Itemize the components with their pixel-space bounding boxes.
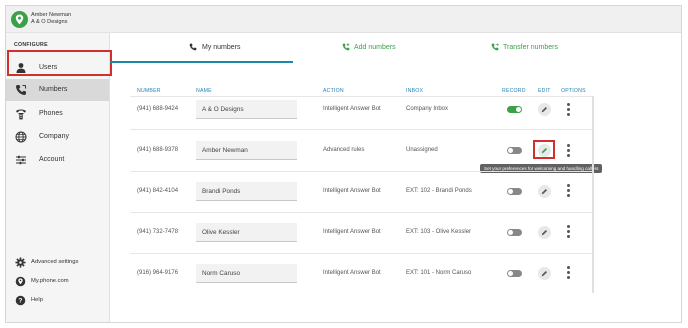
options-menu-button[interactable]	[566, 103, 570, 117]
column-header-name: NAME	[196, 88, 212, 94]
name-value: Amber Newman	[202, 147, 248, 154]
edit-button[interactable]	[538, 226, 551, 239]
sidebar-item-numbers[interactable]: Numbers	[6, 79, 109, 101]
row-inbox: Unassigned	[406, 147, 438, 153]
row-number: (941) 688-9424	[137, 106, 179, 112]
sidebar-bottom-label: My.phone.com	[31, 278, 69, 284]
options-menu-button[interactable]	[566, 184, 570, 198]
row-action: Advanced rules	[323, 147, 365, 153]
sidebar-section-label: CONFIGURE	[14, 42, 48, 48]
logo-icon	[11, 11, 28, 28]
sliders-icon	[16, 155, 26, 165]
edit-button[interactable]	[538, 103, 551, 116]
sidebar-item-company[interactable]: Company	[6, 126, 109, 148]
row-divider	[130, 253, 593, 254]
sidebar-my-phone-com[interactable]: My.phone.com	[6, 274, 109, 290]
column-header-options: OPTIONS	[561, 88, 586, 94]
account-user-name: Amber Newman	[31, 12, 72, 18]
record-toggle[interactable]	[507, 270, 522, 277]
record-toggle[interactable]	[507, 188, 522, 195]
globe-icon	[15, 131, 27, 143]
sidebar-bottom-label: Help	[31, 297, 43, 303]
column-header-number: NUMBER	[137, 88, 161, 94]
name-input[interactable]: Norm Caruso	[196, 264, 297, 283]
name-value: Norm Caruso	[202, 270, 240, 277]
tab-label: Add numbers	[354, 44, 396, 51]
column-header-action: ACTION	[323, 88, 344, 94]
pencil-icon	[541, 189, 547, 195]
name-value: Olive Kessler	[202, 229, 240, 236]
name-input[interactable]: Brandi Ponds	[196, 182, 297, 201]
edit-button[interactable]	[538, 185, 551, 198]
header-divider	[130, 96, 593, 97]
location-pin-icon	[15, 276, 26, 287]
edit-highlight-box	[533, 140, 555, 159]
row-action: Intelligent Answer Bot	[323, 270, 381, 276]
tab-transfer-numbers[interactable]: Transfer numbers	[483, 33, 681, 63]
sidebar-item-phones[interactable]: Phones	[6, 103, 109, 125]
tab-bar: My numbers Add numbers Transfer numbers	[110, 33, 681, 63]
pencil-icon	[541, 107, 547, 113]
svg-text:?: ?	[19, 298, 23, 305]
sidebar-item-label: Numbers	[39, 86, 68, 93]
row-divider	[130, 171, 593, 172]
gear-icon	[15, 257, 26, 268]
phone-icon	[16, 85, 26, 95]
row-inbox: EXT: 103 - Olive Kessler	[406, 229, 472, 235]
row-inbox: EXT: 102 - Brandi Ponds	[406, 188, 472, 194]
sidebar-bottom-label: Advanced settings	[31, 259, 79, 265]
row-number: (941) 842-4104	[137, 188, 179, 194]
options-menu-button[interactable]	[566, 144, 570, 158]
name-input[interactable]: Amber Newman	[196, 141, 297, 160]
row-number: (916) 964-9176	[137, 270, 179, 276]
row-action: Intelligent Answer Bot	[323, 188, 381, 194]
account-company-name: A & O Designs	[31, 18, 68, 25]
sidebar-item-account[interactable]: Account	[6, 149, 109, 171]
sidebar-item-label: Company	[39, 133, 69, 140]
pencil-icon	[541, 230, 547, 236]
column-header-inbox: INBOX	[406, 88, 424, 94]
edit-button[interactable]	[538, 267, 551, 280]
row-divider	[130, 129, 593, 130]
pencil-icon	[541, 271, 547, 277]
account-name[interactable]: Amber Newman A & O Designs	[31, 12, 71, 25]
tab-my-numbers[interactable]: My numbers	[110, 33, 293, 63]
record-toggle[interactable]	[507, 106, 522, 113]
help-icon: ?	[15, 295, 26, 306]
row-inbox: EXT: 101 - Norm Caruso	[406, 270, 472, 276]
phone-transfer-icon	[491, 43, 499, 51]
record-toggle[interactable]	[507, 147, 522, 154]
column-header-edit: EDIT	[538, 88, 551, 94]
scrollbar[interactable]	[592, 96, 594, 293]
row-divider	[130, 212, 593, 213]
sidebar-item-label: Account	[39, 156, 65, 163]
row-number: (941) 732-7478	[137, 229, 179, 235]
tab-add-numbers[interactable]: Add numbers	[293, 33, 483, 63]
row-number: (941) 688-9378	[137, 147, 179, 153]
row-action: Intelligent Answer Bot	[323, 229, 381, 235]
sidebar: CONFIGURE Users Numbers Phones Company A…	[6, 33, 110, 322]
name-value: Brandi Ponds	[202, 188, 241, 195]
name-input[interactable]: Olive Kessler	[196, 223, 297, 242]
tab-label: My numbers	[202, 44, 241, 51]
name-input[interactable]: A & O Designs	[196, 100, 297, 119]
phone-add-icon	[342, 43, 350, 51]
sidebar-item-label: Phones	[39, 110, 63, 117]
sidebar-help[interactable]: ? Help	[6, 293, 109, 309]
tab-label: Transfer numbers	[503, 44, 558, 51]
row-inbox: Company Inbox	[406, 106, 449, 112]
options-menu-button[interactable]	[566, 225, 570, 239]
record-toggle[interactable]	[507, 229, 522, 236]
sidebar-advanced-settings[interactable]: Advanced settings	[6, 255, 109, 271]
column-header-record: RECORD	[502, 88, 526, 94]
desk-phone-icon	[16, 109, 26, 120]
active-tab-underline	[110, 61, 293, 63]
top-header: Amber Newman A & O Designs	[6, 6, 681, 33]
row-action: Intelligent Answer Bot	[323, 106, 381, 112]
numbers-highlight-box	[7, 50, 112, 76]
name-value: A & O Designs	[202, 106, 244, 113]
phone-icon	[189, 43, 197, 51]
options-menu-button[interactable]	[566, 266, 570, 280]
